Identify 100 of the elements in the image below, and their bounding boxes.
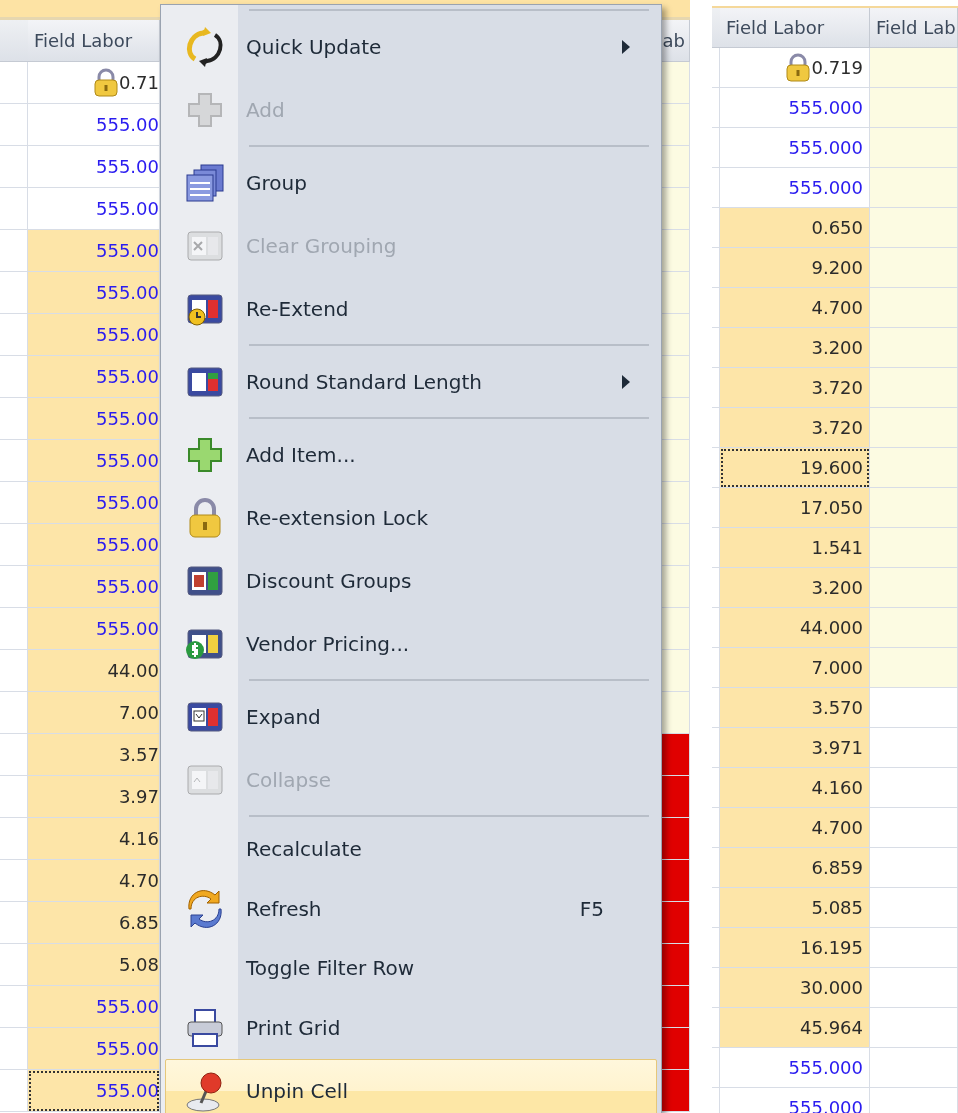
menu-item[interactable]: Round Standard Length [165,350,657,413]
row-indicator[interactable] [712,488,720,528]
row-indicator[interactable] [0,608,28,650]
row-indicator[interactable] [0,146,28,188]
table-cell: 555.00 [28,356,160,398]
row-indicator[interactable] [712,48,720,88]
row-indicator[interactable] [712,128,720,168]
row-indicator[interactable] [712,528,720,568]
row-indicator[interactable] [0,230,28,272]
row-indicator[interactable] [0,776,28,818]
row-indicator[interactable] [712,448,720,488]
row-indicator[interactable] [0,1070,28,1112]
menu-item[interactable]: Group [165,151,657,214]
row-indicator[interactable] [0,356,28,398]
row-indicator[interactable] [712,88,720,128]
row-indicator[interactable] [712,288,720,328]
row-indicator[interactable] [0,986,28,1028]
row-indicator[interactable] [712,168,720,208]
row-indicator[interactable] [712,688,720,728]
row-indicator[interactable] [712,208,720,248]
menu-item[interactable]: Recalculate [165,821,657,877]
row-indicator[interactable] [712,368,720,408]
row-indicator[interactable] [0,734,28,776]
column-header[interactable]: Field Labor [720,8,870,48]
menu-item[interactable]: Re-Extend [165,277,657,340]
column-header[interactable]: Field Labor [28,20,160,62]
menu-item[interactable]: Add Item... [165,423,657,486]
table-cell: 555.000 [720,88,870,128]
table-cell: 555.00 [28,566,160,608]
row-indicator[interactable] [0,440,28,482]
table-cell: 555.00 [28,1028,160,1070]
table-cell: 4.16 [28,818,160,860]
row-indicator[interactable] [712,408,720,448]
table-cell: 44.000 [720,608,870,648]
menu-item[interactable]: Quick Update [165,15,657,78]
table-cell: 555.00 [28,440,160,482]
table-cell: 555.000 [720,168,870,208]
row-indicator[interactable] [0,524,28,566]
menu-item[interactable]: Unpin Cell [165,1059,657,1113]
menu-item[interactable]: Toggle Filter Row [165,940,657,996]
menu-item[interactable]: Print Grid [165,996,657,1059]
column-header[interactable]: ab [662,27,685,54]
table-cell: 3.570 [720,688,870,728]
table-cell: 555.00 [28,608,160,650]
row-indicator[interactable] [0,944,28,986]
row-indicator[interactable] [0,188,28,230]
table-cell: 3.57 [28,734,160,776]
table-cell: 555.00 [28,230,160,272]
padlock-icon [92,67,119,98]
table-cell: 16.195 [720,928,870,968]
menu-item[interactable]: Expand [165,685,657,748]
row-indicator[interactable] [712,568,720,608]
row-indicator[interactable] [0,1028,28,1070]
table-cell: 6.85 [28,902,160,944]
row-indicator[interactable] [712,968,720,1008]
row-indicator[interactable] [0,566,28,608]
table-cell: 555.000 [720,1048,870,1088]
table-cell: 5.085 [720,888,870,928]
row-indicator[interactable] [0,62,28,104]
menu-item[interactable]: Re-extension Lock [165,486,657,549]
table-cell: 30.000 [720,968,870,1008]
table-cell: 7.000 [720,648,870,688]
row-indicator[interactable] [0,104,28,146]
row-indicator[interactable] [712,808,720,848]
row-indicator[interactable] [0,818,28,860]
table-cell: 555.000 [720,128,870,168]
menu-item[interactable]: Discount Groups [165,549,657,612]
table-cell: 555.00 [28,314,160,356]
padlock-icon [785,52,812,83]
table-cell: 45.964 [720,1008,870,1048]
row-indicator[interactable] [712,1048,720,1088]
table-cell: 3.720 [720,368,870,408]
table-cell: 555.00 [28,986,160,1028]
row-indicator[interactable] [0,860,28,902]
row-indicator[interactable] [712,1008,720,1048]
row-indicator[interactable] [712,248,720,288]
column-header[interactable]: Field Lab [870,8,958,48]
row-indicator[interactable] [712,768,720,808]
row-indicator[interactable] [712,848,720,888]
row-indicator[interactable] [712,648,720,688]
row-indicator[interactable] [0,902,28,944]
table-cell: 555.00 [28,482,160,524]
menu-item[interactable]: Refresh F5 [165,877,657,940]
row-indicator[interactable] [712,728,720,768]
table-cell: 555.00 [28,524,160,566]
row-indicator[interactable] [712,928,720,968]
row-indicator[interactable] [0,692,28,734]
row-indicator[interactable] [0,650,28,692]
row-indicator[interactable] [0,272,28,314]
row-indicator[interactable] [712,608,720,648]
row-indicator[interactable] [0,314,28,356]
row-indicator[interactable] [0,482,28,524]
menu-item[interactable]: Vendor Pricing... [165,612,657,675]
table-cell: 3.200 [720,328,870,368]
row-indicator[interactable] [712,888,720,928]
table-cell: 0.719 [720,48,870,88]
row-indicator[interactable] [712,328,720,368]
table-cell: 4.700 [720,808,870,848]
row-header [712,8,720,48]
row-indicator[interactable] [0,398,28,440]
